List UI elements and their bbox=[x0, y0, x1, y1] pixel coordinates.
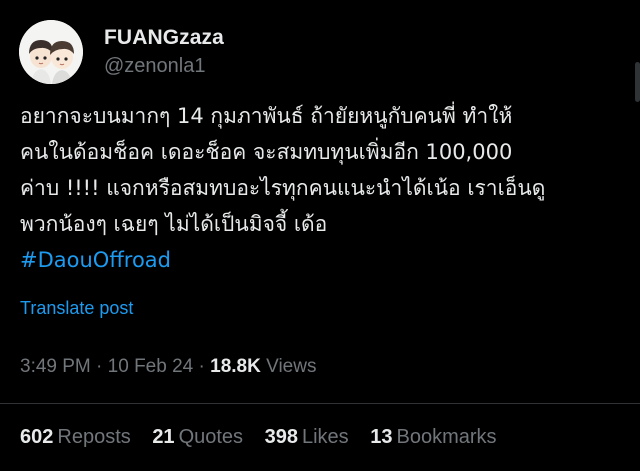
engagement-stats: 602 Reposts 21 Quotes 398 Likes 13 Bookmarks bbox=[20, 426, 513, 449]
reposts-label: Reposts bbox=[57, 426, 131, 448]
hashtag-link[interactable]: #DaouOffroad bbox=[20, 242, 630, 278]
post-date[interactable]: 10 Feb 24 bbox=[108, 356, 194, 377]
avatar[interactable] bbox=[19, 20, 83, 84]
bookmarks-label: Bookmarks bbox=[396, 426, 497, 448]
likes-stat[interactable]: 398 Likes bbox=[265, 426, 349, 449]
reposts-stat[interactable]: 602 Reposts bbox=[20, 426, 131, 449]
post-metadata: 3:49 PM · 10 Feb 24 · 18.8K Views bbox=[20, 356, 316, 378]
quotes-count: 21 bbox=[152, 426, 175, 448]
tweet-line: พวกน้องๆ เฉยๆ ไม่ได้เป็นมิจจี้ เด้อ bbox=[20, 212, 328, 236]
views-label: Views bbox=[266, 356, 317, 377]
tweet-line: คนในด้อมช็อค เดอะช็อค จะสมทบทุนเพิ่มอีก … bbox=[20, 140, 513, 164]
scrollbar[interactable] bbox=[635, 62, 640, 102]
quotes-label: Quotes bbox=[178, 426, 244, 448]
display-name[interactable]: FUANGzaza bbox=[104, 26, 224, 50]
divider bbox=[0, 403, 640, 404]
reposts-count: 602 bbox=[20, 426, 54, 448]
views-count: 18.8K bbox=[210, 356, 261, 377]
likes-count: 398 bbox=[264, 426, 298, 448]
bookmarks-count: 13 bbox=[370, 426, 393, 448]
meta-separator: · bbox=[193, 356, 211, 377]
tweet-text: อยากจะบนมากๆ 14 กุมภาพันธ์ ถ้ายัยหนูกับค… bbox=[20, 98, 630, 278]
tweet-line: อยากจะบนมากๆ 14 กุมภาพันธ์ ถ้ายัยหนูกับค… bbox=[20, 104, 513, 128]
post-time[interactable]: 3:49 PM bbox=[20, 356, 91, 377]
meta-separator: · bbox=[90, 356, 108, 377]
likes-label: Likes bbox=[301, 426, 349, 448]
tweet-line: ค่าบ !!!! แจกหรือสมทบอะไรทุกคนแนะนำได้เน… bbox=[20, 176, 546, 200]
bookmarks-stat[interactable]: 13 Bookmarks bbox=[370, 426, 496, 449]
translate-post-link[interactable]: Translate post bbox=[20, 298, 133, 319]
user-handle[interactable]: @zenonla1 bbox=[104, 55, 205, 78]
avatar-illustration bbox=[19, 20, 83, 84]
quotes-stat[interactable]: 21 Quotes bbox=[152, 426, 243, 449]
